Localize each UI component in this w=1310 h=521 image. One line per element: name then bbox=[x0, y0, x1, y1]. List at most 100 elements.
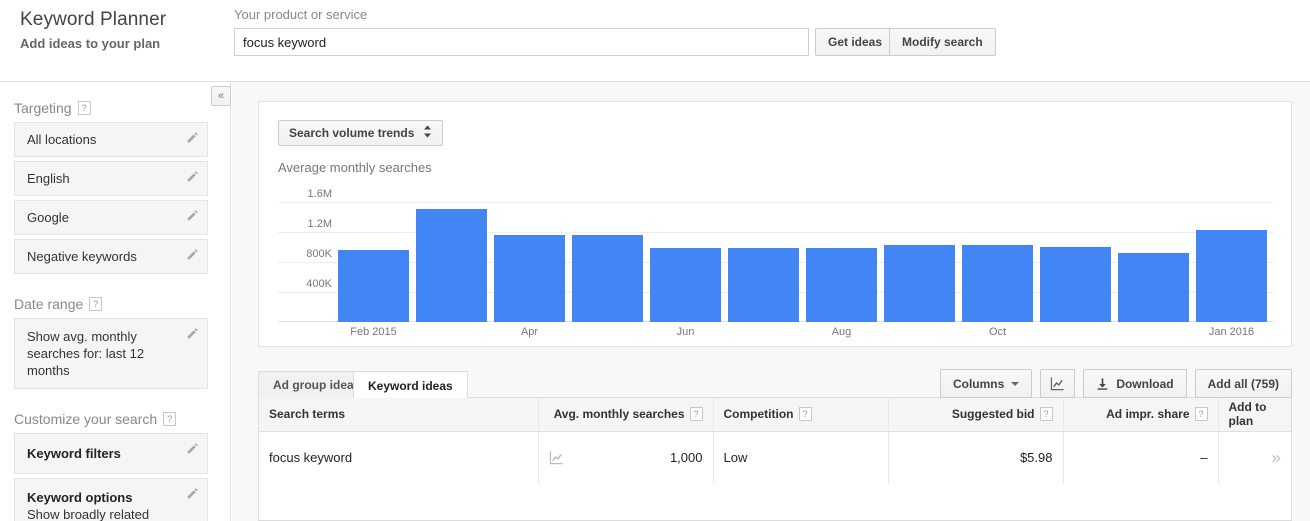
edit-pencil-icon[interactable] bbox=[186, 327, 199, 340]
chart-bar[interactable] bbox=[494, 235, 565, 322]
chevron-down-icon bbox=[1011, 381, 1020, 386]
cell-add-to-plan: » bbox=[1217, 431, 1291, 484]
add-all-button[interactable]: Add all (759) bbox=[1194, 369, 1292, 398]
sidebar-item-label: All locations bbox=[27, 132, 97, 147]
x-axis-tick-label: Feb 2015 bbox=[350, 326, 397, 338]
keyword-ideas-table: Search terms Avg. monthly searches ? Com… bbox=[259, 398, 1291, 484]
chart-bar[interactable] bbox=[806, 248, 877, 322]
chart-metric-label: Search volume trends bbox=[289, 126, 415, 140]
edit-pencil-icon[interactable] bbox=[186, 442, 199, 455]
date-range-help-icon[interactable]: ? bbox=[89, 297, 103, 311]
download-icon bbox=[1097, 377, 1108, 390]
chart-bar[interactable] bbox=[884, 245, 955, 322]
x-axis-tick-label: Apr bbox=[520, 326, 539, 338]
column-header-add-to-plan: Add to plan bbox=[1217, 398, 1291, 432]
avg-monthly-searches-value: 1,000 bbox=[669, 450, 703, 466]
bar-chart: 1.6M 1.2M 800K 400K Feb 2015 Apr Jun Aug Oct Jan… bbox=[278, 187, 1274, 342]
keyword-input[interactable] bbox=[234, 28, 809, 56]
gridline bbox=[278, 202, 1274, 203]
edit-pencil-icon[interactable] bbox=[186, 248, 199, 261]
sidebar-item-english[interactable]: English bbox=[14, 161, 208, 196]
tab-keyword-ideas[interactable]: Keyword ideas bbox=[353, 371, 468, 399]
sidebar-item-date-range[interactable]: Show avg. monthly searches for: last 12 … bbox=[14, 318, 208, 389]
targeting-heading-label: Targeting bbox=[14, 100, 72, 116]
chart-plot-area: Feb 2015 Apr Jun Aug Oct Jan 2016 bbox=[278, 187, 1274, 338]
sidebar-item-label: Show avg. monthly searches for: last 12 … bbox=[27, 329, 145, 378]
column-header-competition[interactable]: Competition ? bbox=[712, 398, 888, 432]
sidebar-item-label: Keyword options bbox=[27, 490, 133, 505]
sidebar-item-keyword-filters[interactable]: Keyword filters bbox=[14, 433, 208, 474]
column-header-ad-impr-share[interactable]: Ad impr. share ? bbox=[1062, 398, 1218, 432]
page-header: Keyword Planner Add ideas to your plan Y… bbox=[0, 0, 1310, 82]
chart-toggle-button[interactable] bbox=[1040, 369, 1076, 398]
column-header-label: Add to plan bbox=[1228, 400, 1267, 429]
keyword-ideas-table-card: Search terms Avg. monthly searches ? Com… bbox=[258, 398, 1292, 521]
date-range-heading: Date range ? bbox=[14, 296, 230, 312]
results-tabs-row: Ad group ideas Keyword ideas Columns Dow… bbox=[258, 369, 1292, 399]
targeting-help-icon[interactable]: ? bbox=[77, 101, 91, 115]
get-ideas-button[interactable]: Get ideas bbox=[815, 28, 896, 56]
download-button[interactable]: Download bbox=[1083, 369, 1187, 398]
sidebar-item-all-locations[interactable]: All locations bbox=[14, 122, 208, 157]
chart-bar[interactable] bbox=[1196, 230, 1267, 322]
ad-impr-share-help-icon[interactable]: ? bbox=[1194, 407, 1208, 422]
customize-search-help-icon[interactable]: ? bbox=[163, 412, 177, 426]
updown-arrows-icon bbox=[423, 125, 432, 141]
chart-bar[interactable] bbox=[962, 245, 1033, 322]
cell-suggested-bid: $5.98 bbox=[887, 431, 1063, 484]
keyword-planner-page: Keyword Planner Add ideas to your plan Y… bbox=[0, 0, 1310, 521]
chart-metric-select[interactable]: Search volume trends bbox=[278, 120, 444, 146]
sidebar: Targeting ? All locations English Google… bbox=[0, 82, 231, 521]
add-to-plan-chevron-icon[interactable]: » bbox=[1272, 448, 1281, 467]
columns-button-label: Columns bbox=[952, 376, 1005, 391]
x-axis-tick-label: Jan 2016 bbox=[1208, 326, 1255, 338]
table-row[interactable]: focus keyword 1,000 Low $5.98 – » bbox=[259, 431, 1291, 484]
cell-competition: Low bbox=[712, 431, 888, 484]
y-axis-tick-label: 1.2M bbox=[307, 218, 332, 230]
search-volume-chart-card: Search volume trends Average monthly sea… bbox=[258, 101, 1292, 347]
customize-search-heading: Customize your search ? bbox=[14, 411, 230, 427]
sidebar-item-label: Google bbox=[27, 210, 69, 225]
chart-bar[interactable] bbox=[728, 248, 799, 322]
chart-bar[interactable] bbox=[338, 250, 409, 322]
columns-button[interactable]: Columns bbox=[939, 369, 1033, 398]
chart-bar[interactable] bbox=[1118, 253, 1189, 322]
suggested-bid-help-icon[interactable]: ? bbox=[1039, 407, 1053, 422]
column-header-avg-monthly-searches[interactable]: Avg. monthly searches ? bbox=[537, 398, 713, 432]
competition-help-icon[interactable]: ? bbox=[798, 407, 812, 422]
results-toolbar: Columns Download Add all (759) bbox=[939, 369, 1292, 398]
edit-pencil-icon[interactable] bbox=[186, 487, 199, 500]
page-title: Keyword Planner bbox=[20, 9, 167, 30]
chart-bar[interactable] bbox=[572, 235, 643, 322]
sidebar-item-negative-keywords[interactable]: Negative keywords bbox=[14, 239, 208, 274]
edit-pencil-icon[interactable] bbox=[186, 170, 199, 183]
sidebar-item-google[interactable]: Google bbox=[14, 200, 208, 235]
column-header-suggested-bid[interactable]: Suggested bid ? bbox=[887, 398, 1063, 432]
avg-monthly-searches-help-icon[interactable]: ? bbox=[689, 407, 703, 422]
column-header-label: Suggested bid bbox=[951, 407, 1035, 422]
collapse-sidebar-icon[interactable]: « bbox=[211, 86, 231, 106]
cell-avg-monthly-searches: 1,000 bbox=[537, 431, 713, 484]
page-subtitle: Add ideas to your plan bbox=[20, 36, 161, 51]
keyword-option-broad: Show broadly related ideas bbox=[27, 507, 150, 521]
column-header-label: Avg. monthly searches bbox=[553, 407, 685, 422]
y-axis-labels: 1.6M 1.2M 800K 400K bbox=[278, 187, 338, 342]
chart-bar[interactable] bbox=[1040, 247, 1111, 322]
x-axis-tick-label: Aug bbox=[831, 326, 852, 338]
customize-search-heading-label: Customize your search bbox=[14, 411, 158, 427]
column-header-search-terms[interactable]: Search terms bbox=[259, 398, 538, 432]
modify-search-button[interactable]: Modify search bbox=[889, 28, 996, 56]
download-button-label: Download bbox=[1116, 376, 1174, 391]
column-header-label: Competition bbox=[723, 407, 794, 422]
table-header-row: Search terms Avg. monthly searches ? Com… bbox=[259, 398, 1291, 432]
edit-pencil-icon[interactable] bbox=[186, 131, 199, 144]
sidebar-item-keyword-options[interactable]: Keyword options Show broadly related ide… bbox=[14, 478, 208, 521]
trend-chart-icon[interactable] bbox=[549, 450, 564, 465]
sidebar-item-label: Negative keywords bbox=[27, 249, 137, 264]
y-axis-tick-label: 800K bbox=[306, 248, 332, 260]
edit-pencil-icon[interactable] bbox=[186, 209, 199, 222]
chart-bar[interactable] bbox=[650, 248, 721, 322]
chart-bar[interactable] bbox=[416, 209, 487, 322]
product-or-service-label: Your product or service bbox=[234, 7, 368, 22]
cell-search-term: focus keyword bbox=[259, 431, 538, 484]
